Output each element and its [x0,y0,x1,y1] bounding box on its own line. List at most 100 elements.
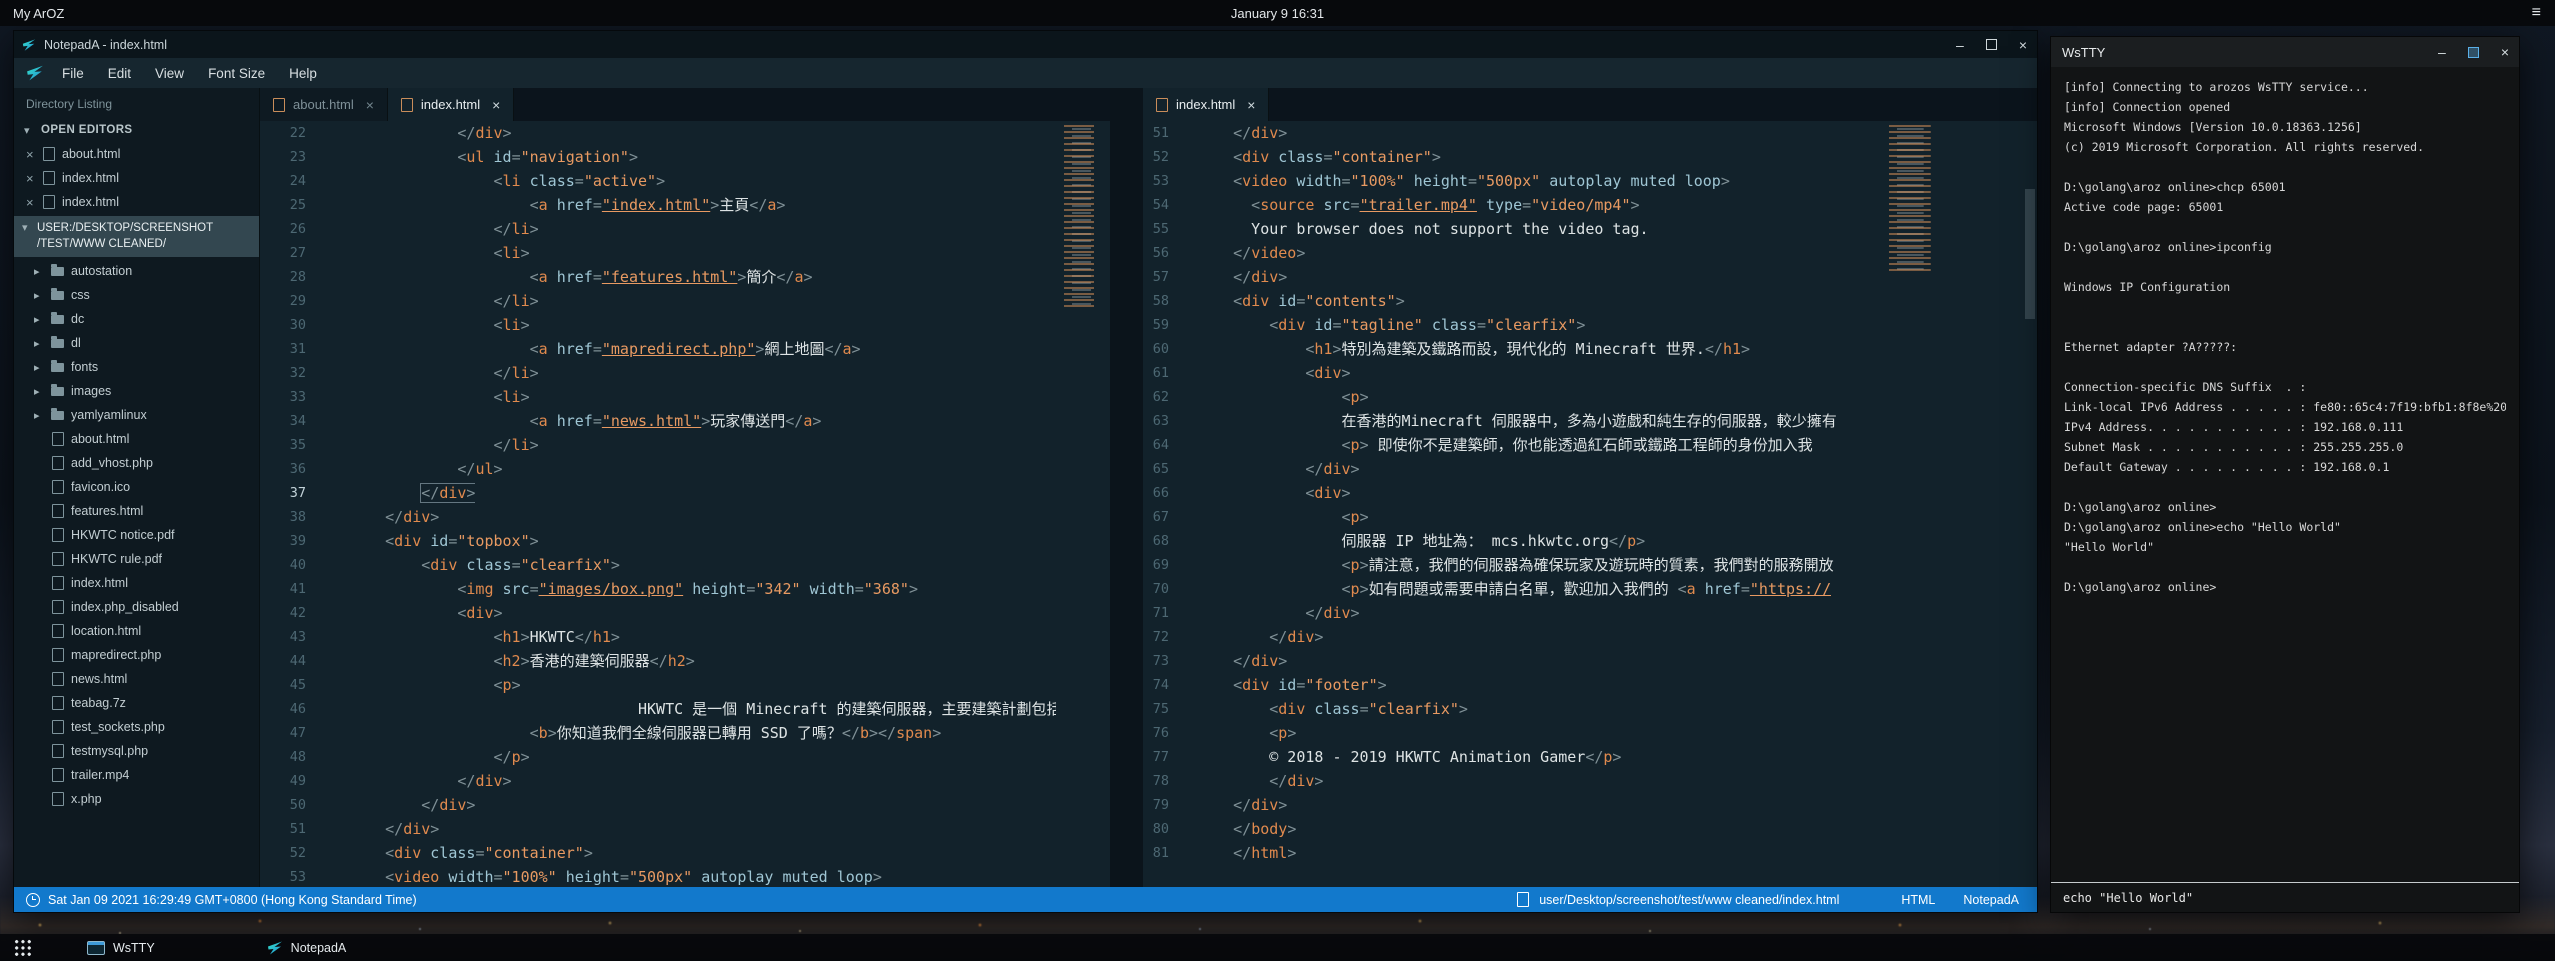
maximize-button[interactable] [1986,39,1997,50]
code-line-content: </div> [1183,769,1323,793]
terminal-output[interactable]: [info] Connecting to arozos WsTTY servic… [2051,67,2519,882]
file-item[interactable]: mapredirect.php [14,643,259,667]
folder-name: dl [71,336,81,350]
menu-help[interactable]: Help [277,66,329,81]
file-item[interactable]: index.php_disabled [14,595,259,619]
terminal-input[interactable]: echo "Hello World" [2051,882,2519,912]
minimize-button[interactable]: – [2438,45,2446,59]
menu-font-size[interactable]: Font Size [196,66,277,81]
menu-view[interactable]: View [143,66,196,81]
file-name: x.php [71,792,102,806]
workspace-root-line2: /TEST/WWW CLEANED/ [22,236,253,252]
close-tab-icon[interactable]: × [366,97,374,113]
taskbar-label: NotepadA [291,941,347,955]
file-item[interactable]: test_sockets.php [14,715,259,739]
terminal-line: [info] Connection opened [2064,97,2506,117]
scrollbar-thumb[interactable] [2025,189,2035,319]
minimap-left[interactable] [1056,121,1110,887]
code-line-content: <li> [328,241,530,265]
folder-item[interactable]: ▸yamlyamlinux [14,403,259,427]
minimap-right[interactable] [1881,121,1951,887]
line-number: 57 [1143,265,1183,289]
editor-right[interactable]: 51 </div>52 <div class="container">53 <v… [1143,121,2037,887]
code-line-24: 24 <li class="active"> [260,169,1110,193]
folder-name: css [71,288,90,302]
file-item[interactable]: testmysql.php [14,739,259,763]
minimize-button[interactable]: – [1956,38,1964,52]
open-editors-header[interactable]: ▾ OPEN EDITORS [14,118,259,142]
line-number: 39 [260,529,328,553]
hamburger-menu-icon[interactable]: ≡ [2532,0,2541,26]
clock-icon [26,893,40,907]
status-language[interactable]: HTML [1901,893,1935,907]
terminal-line: Active code page: 65001 [2064,197,2506,217]
app-launcher-icon[interactable] [13,938,32,957]
file-icon [273,98,285,112]
terminal-line [2064,297,2506,317]
file-item[interactable]: add_vhost.php [14,451,259,475]
notepada-titlebar[interactable]: NotepadA - index.html – × [14,31,2037,58]
file-item[interactable]: trailer.mp4 [14,763,259,787]
folder-item[interactable]: ▸fonts [14,355,259,379]
pane-divider[interactable] [1110,88,1143,887]
tab-index.html[interactable]: index.html× [388,88,514,121]
open-editor-item[interactable]: ×index.html [14,166,259,190]
close-icon[interactable]: × [26,195,36,210]
line-number: 53 [1143,169,1183,193]
code-line-content: <div id="tagline" class="clearfix"> [1183,313,1585,337]
folder-item[interactable]: ▸dl [14,331,259,355]
close-button[interactable]: × [2019,38,2027,52]
code-line-content: <div class="container"> [1183,145,1441,169]
sidebar-title: Directory Listing [14,88,259,118]
open-editor-item[interactable]: ×about.html [14,142,259,166]
line-number: 63 [1143,409,1183,433]
close-icon[interactable]: × [26,147,36,162]
maximize-button[interactable] [2468,47,2479,58]
close-tab-icon[interactable]: × [492,97,500,113]
code-line-content: <div id="contents"> [1183,289,1405,313]
taskbar-item-notepada[interactable]: NotepadA [267,940,347,956]
menu-file[interactable]: File [50,66,96,81]
code-line-42: 42 <div> [260,601,1110,625]
tab-index.html[interactable]: index.html× [1143,88,1269,121]
editor-left[interactable]: 22 </div>23 <ul id="navigation">24 <li c… [260,121,1110,887]
file-name: test_sockets.php [71,720,165,734]
folder-item[interactable]: ▸images [14,379,259,403]
folder-item[interactable]: ▸autostation [14,259,259,283]
folder-item[interactable]: ▸css [14,283,259,307]
close-button[interactable]: × [2501,45,2509,59]
close-tab-icon[interactable]: × [1247,97,1255,113]
code-line-content: <p> 即使你不是建築師，你也能透過紅石師或鐵路工程師的身份加入我 [1183,433,1813,457]
file-name: index.php_disabled [71,600,179,614]
code-line-content: </div> [328,505,439,529]
file-item[interactable]: favicon.ico [14,475,259,499]
code-line-content: <p> [1183,505,1369,529]
wstty-window: WsTTY – × [info] Connecting to arozos Ws… [2050,36,2520,913]
file-item[interactable]: teabag.7z [14,691,259,715]
terminal-line: D:\golang\aroz online>ipconfig [2064,237,2506,257]
file-item[interactable]: HKWTC notice.pdf [14,523,259,547]
taskbar-item-wstty[interactable]: WsTTY [87,941,155,955]
file-icon [52,672,64,686]
line-number: 41 [260,577,328,601]
file-item[interactable]: about.html [14,427,259,451]
close-icon[interactable]: × [26,171,36,186]
aroz-brand[interactable]: My ArOZ [13,6,64,21]
line-number: 75 [1143,697,1183,721]
file-item[interactable]: news.html [14,667,259,691]
file-item[interactable]: HKWTC rule.pdf [14,547,259,571]
line-number: 52 [260,841,328,865]
tab-about.html[interactable]: about.html× [260,88,388,121]
workspace-root[interactable]: ▾ USER:/DESKTOP/SCREENSHOT /TEST/WWW CLE… [14,216,259,257]
code-line-content: </div> [328,817,439,841]
wstty-titlebar[interactable]: WsTTY – × [2051,37,2519,67]
folder-item[interactable]: ▸dc [14,307,259,331]
open-editor-item[interactable]: ×index.html [14,190,259,214]
code-line-content: </li> [328,289,539,313]
window-title: NotepadA - index.html [44,38,167,52]
menu-edit[interactable]: Edit [96,66,143,81]
file-item[interactable]: location.html [14,619,259,643]
file-item[interactable]: index.html [14,571,259,595]
file-item[interactable]: features.html [14,499,259,523]
file-item[interactable]: x.php [14,787,259,811]
